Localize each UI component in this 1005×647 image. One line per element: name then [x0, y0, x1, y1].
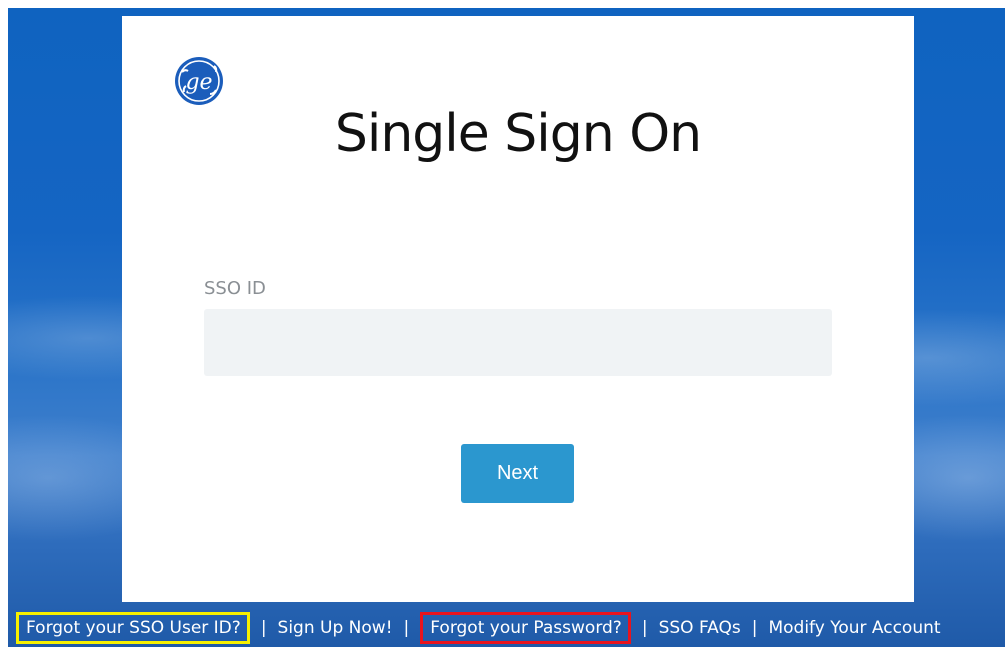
modify-account-link[interactable]: Modify Your Account [768, 618, 940, 638]
footer-separator: | [260, 618, 267, 638]
svg-text:ge: ge [185, 70, 212, 95]
footer-separator: | [641, 618, 648, 638]
sign-up-link[interactable]: Sign Up Now! [278, 618, 393, 638]
sso-faqs-link[interactable]: SSO FAQs [659, 618, 741, 638]
footer-links: Forgot your SSO User ID? | Sign Up Now! … [16, 610, 1005, 646]
top-margin [0, 0, 1005, 8]
forgot-password-link[interactable]: Forgot your Password? [420, 612, 631, 644]
page-title: Single Sign On [334, 104, 702, 164]
footer-separator: | [751, 618, 758, 638]
forgot-user-id-link[interactable]: Forgot your SSO User ID? [16, 612, 250, 644]
next-button[interactable]: Next [461, 444, 574, 503]
sso-id-input[interactable] [204, 309, 832, 376]
login-card: ge Single Sign On SSO ID Next [122, 16, 914, 602]
ge-logo-icon: ge [174, 56, 224, 106]
sso-id-label: SSO ID [204, 278, 266, 299]
footer-separator: | [403, 618, 410, 638]
